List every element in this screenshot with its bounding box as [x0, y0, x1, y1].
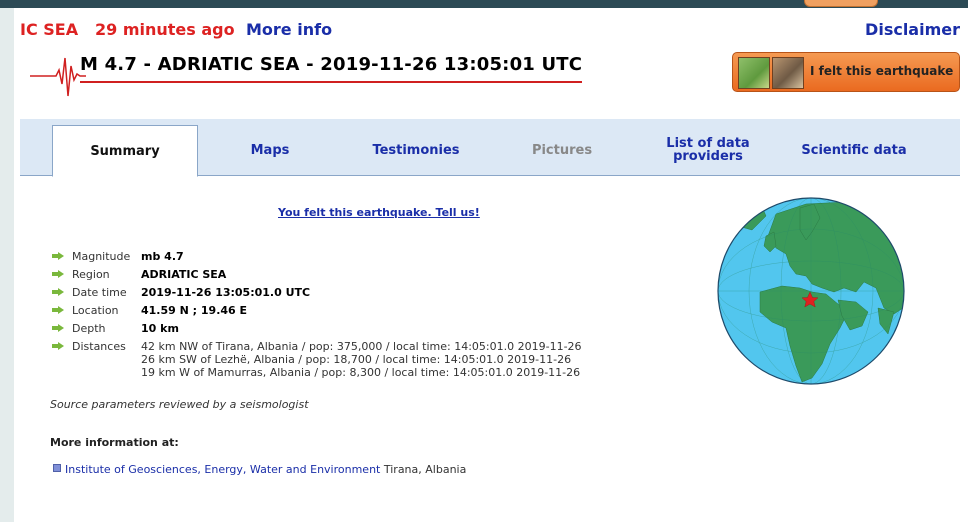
- distance-line: 19 km W of Mamurras, Albania / pop: 8,30…: [141, 366, 581, 379]
- right-arrow-icon: [52, 324, 64, 332]
- magnitude-value: mb 4.7: [141, 250, 184, 263]
- seismogram-icon: [30, 57, 86, 97]
- institute-link[interactable]: Institute of Geosciences, Energy, Water …: [65, 463, 380, 476]
- more-information-heading: More information at:: [50, 436, 179, 449]
- right-arrow-icon: [52, 306, 64, 314]
- reviewed-note: Source parameters reviewed by a seismolo…: [50, 398, 309, 411]
- depth-value: 10 km: [141, 322, 179, 335]
- tell-us-link[interactable]: You felt this earthquake. Tell us!: [278, 206, 480, 219]
- region-label: Region: [72, 268, 110, 281]
- right-arrow-icon: [52, 270, 64, 278]
- tab-summary[interactable]: Summary: [52, 125, 198, 177]
- date-time-value: 2019-11-26 13:05:01.0 UTC: [141, 286, 311, 299]
- bullet-icon: [53, 464, 61, 472]
- region-value: ADRIATIC SEA: [141, 268, 227, 281]
- main-panel: IC SEA 29 minutes ago More info Disclaim…: [14, 8, 968, 522]
- disclaimer-link[interactable]: Disclaimer: [865, 20, 960, 39]
- title-underline: [80, 81, 583, 83]
- top-bar-tab[interactable]: [804, 0, 878, 7]
- tab-maps[interactable]: Maps: [210, 125, 330, 175]
- globe-map-icon: [717, 197, 905, 385]
- felt-earthquake-button[interactable]: I felt this earthquake: [732, 52, 960, 92]
- location-value: 41.59 N ; 19.46 E: [141, 304, 248, 317]
- event-title: M 4.7 - ADRIATIC SEA - 2019-11-26 13:05:…: [80, 54, 583, 75]
- felt-earthquake-label: I felt this earthquake: [810, 64, 954, 78]
- right-arrow-icon: [52, 342, 64, 350]
- right-arrow-icon: [52, 288, 64, 296]
- distances-label: Distances: [72, 340, 126, 353]
- tab-scientific-data[interactable]: Scientific data: [794, 125, 914, 175]
- page-left-edge: [0, 8, 14, 522]
- tab-testimonies[interactable]: Testimonies: [356, 125, 476, 175]
- tab-data-providers[interactable]: List of data providers: [648, 125, 768, 175]
- tab-bar: Summary Maps Testimonies Pictures List o…: [20, 119, 960, 177]
- distance-line: 42 km NW of Tirana, Albania / pop: 375,0…: [141, 340, 582, 353]
- institute-location: Tirana, Albania: [383, 463, 467, 476]
- location-label: Location: [72, 304, 119, 317]
- right-arrow-icon: [52, 252, 64, 260]
- time-ago-label: 29 minutes ago: [95, 20, 235, 39]
- building-thumbnail-icon: [772, 57, 804, 89]
- region-short-label: IC SEA: [20, 20, 79, 39]
- distance-line: 26 km SW of Lezhë, Albania / pop: 18,700…: [141, 353, 572, 366]
- more-info-link[interactable]: More info: [246, 20, 332, 39]
- magnitude-label: Magnitude: [72, 250, 131, 263]
- institute-entry: Institute of Geosciences, Energy, Water …: [65, 463, 466, 476]
- depth-label: Depth: [72, 322, 106, 335]
- event-title-block: M 4.7 - ADRIATIC SEA - 2019-11-26 13:05:…: [80, 54, 583, 83]
- map-thumbnail-icon: [738, 57, 770, 89]
- date-time-label: Date time: [72, 286, 127, 299]
- tab-pictures[interactable]: Pictures: [502, 125, 622, 175]
